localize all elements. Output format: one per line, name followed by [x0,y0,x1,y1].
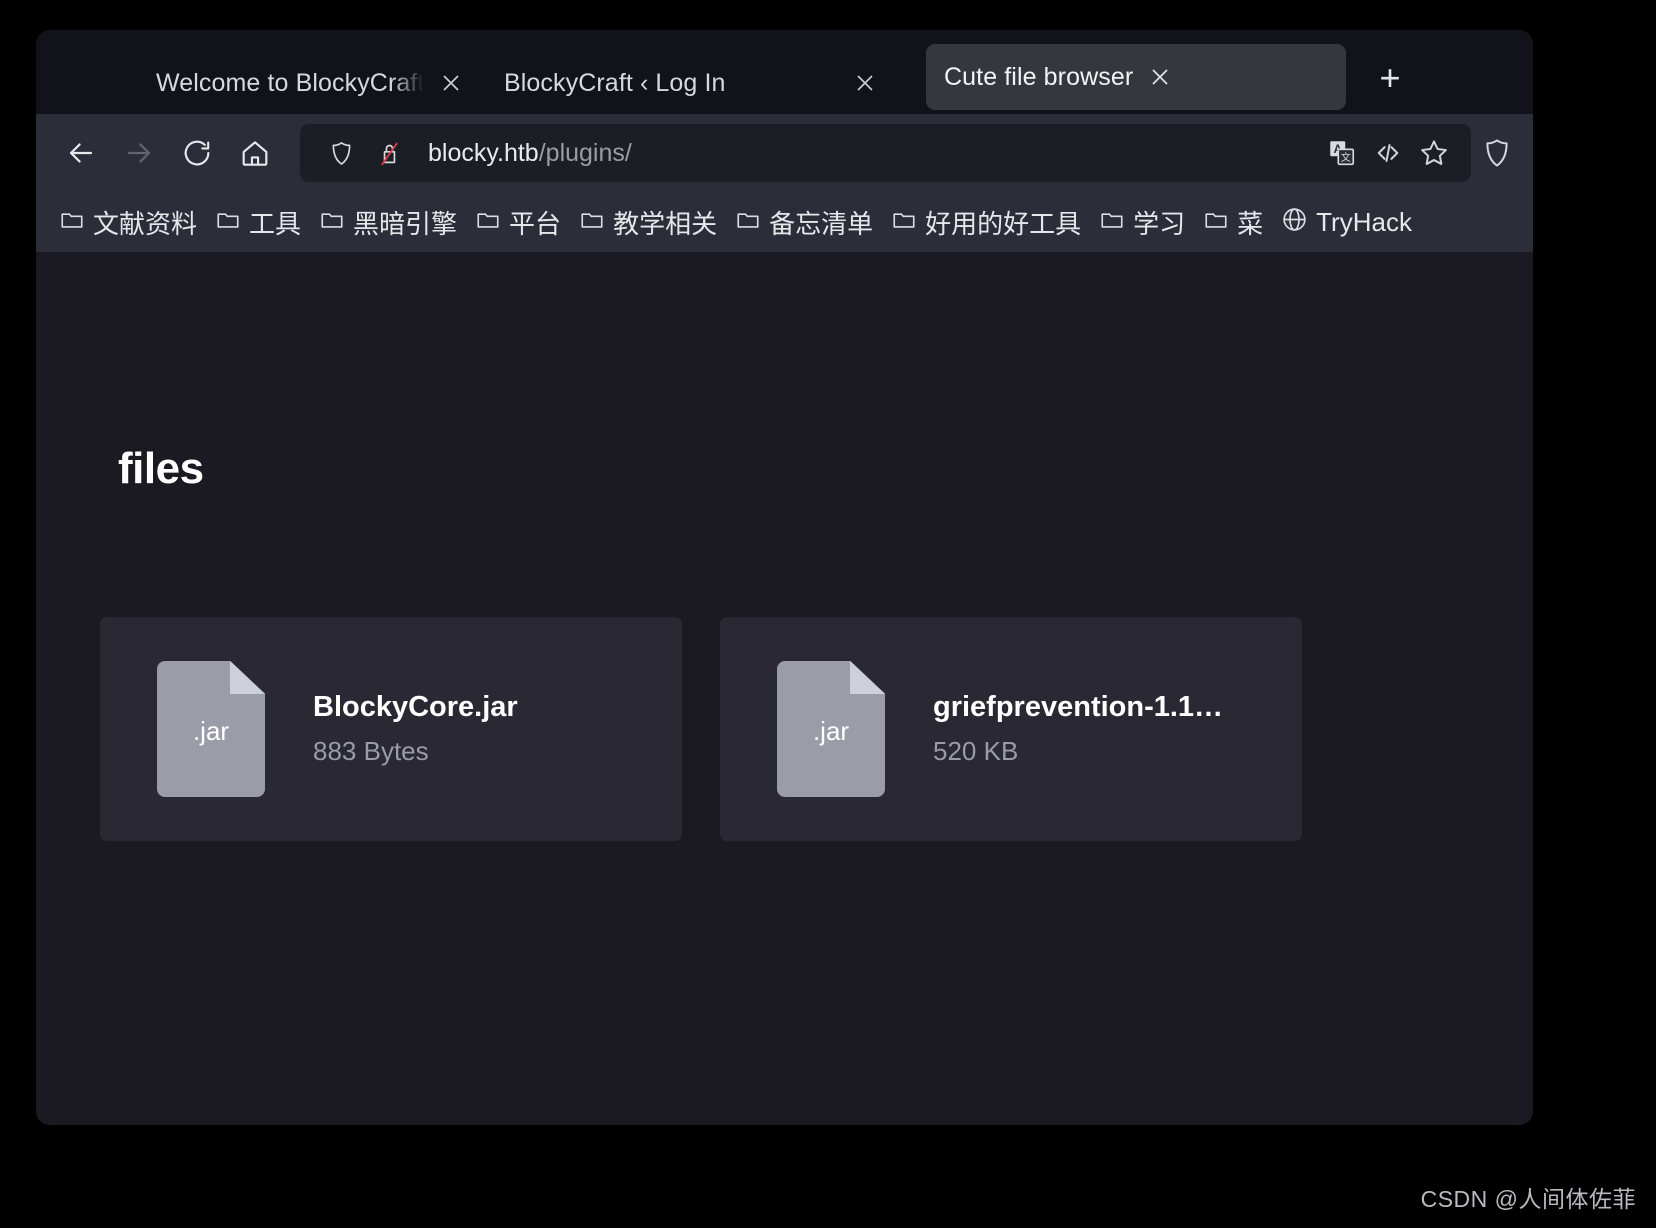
bookmark-xuexi[interactable]: 学习 [1090,199,1194,245]
tab-welcome-blockycraft[interactable]: Welcome to BlockyCraft! – Bl [86,52,486,114]
bookmark-star-icon[interactable] [1411,130,1457,176]
folder-icon [59,207,85,238]
file-name: griefprevention-1.1… [933,691,1224,723]
forward-arrow-icon [110,124,168,182]
url-host: blocky.htb [428,138,539,167]
page-content: files .jar BlockyCore.jar 883 Bytes .jar… [36,252,1533,1125]
globe-icon [1281,206,1308,238]
file-info: BlockyCore.jar 883 Bytes [313,691,518,767]
file-extension-label: .jar [812,715,850,746]
tab-blockycraft-login[interactable]: BlockyCraft ‹ Log In [486,52,926,114]
navigation-toolbar: blocky.htb/plugins/ A 文 [36,114,1533,192]
jar-file-icon: .jar [777,661,885,797]
screenshot-root: Welcome to BlockyCraft! – Bl BlockyCraft… [0,0,1656,1228]
file-info: griefprevention-1.1… 520 KB [933,691,1223,767]
close-icon[interactable] [1143,60,1177,94]
file-extension-label: .jar [192,715,230,746]
bookmark-jiaoxuexiangguan[interactable]: 教学相关 [570,199,726,245]
translate-page-icon[interactable]: A 文 [1319,130,1365,176]
file-card-blockycore[interactable]: .jar BlockyCore.jar 883 Bytes [100,617,682,841]
close-icon[interactable] [434,66,468,100]
bookmark-tryhackme[interactable]: TryHack [1272,199,1421,245]
back-arrow-icon[interactable] [52,124,110,182]
file-grid: .jar BlockyCore.jar 883 Bytes .jar grief… [100,617,1302,841]
bookmark-gongju[interactable]: 工具 [206,199,310,245]
tab-cute-file-browser[interactable]: Cute file browser [926,44,1346,110]
bookmark-label: TryHack [1316,206,1412,237]
tracking-protection-shield-icon[interactable] [318,130,364,176]
code-view-icon[interactable] [1365,130,1411,176]
folder-icon [215,207,241,238]
bookmark-label: 好用的好工具 [925,208,1082,239]
tab-title: BlockyCraft ‹ Log In [504,68,726,97]
folder-icon [1099,207,1125,238]
tab-strip: Welcome to BlockyCraft! – Bl BlockyCraft… [36,30,1533,114]
new-tab-button[interactable]: + [1360,48,1420,108]
bookmark-label: 菜 [1237,208,1264,239]
folder-icon [891,207,917,238]
reload-icon[interactable] [168,124,226,182]
browser-window: Welcome to BlockyCraft! – Bl BlockyCraft… [36,30,1533,1125]
folder-icon [475,207,501,238]
bookmark-label: 学习 [1133,208,1186,239]
bookmark-haoyongdehaogongju[interactable]: 好用的好工具 [882,199,1090,245]
bookmark-cai[interactable]: 菜 [1194,199,1272,245]
url-path: /plugins/ [538,138,632,167]
file-size: 520 KB [933,736,1019,766]
bookmark-label: 黑暗引擎 [353,208,458,239]
bookmarks-bar: 文献资料 工具 黑暗引擎 平台 教学相关 备忘清单 好用的好工具 学习 菜 Tr… [36,192,1533,252]
bookmark-beiwangqingdan[interactable]: 备忘清单 [726,199,882,245]
bookmark-label: 平台 [509,208,562,239]
account-shield-icon[interactable] [1483,124,1517,182]
svg-text:文: 文 [1341,151,1351,164]
page-title: files [118,444,204,493]
folder-icon [735,207,761,238]
insecure-connection-padlock-icon[interactable] [366,130,412,176]
tab-title: Welcome to BlockyCraft! – Bl [156,68,424,97]
bookmark-label: 教学相关 [613,208,718,239]
jar-file-icon: .jar [157,661,265,797]
tab-title: Cute file browser [944,62,1134,91]
file-name: BlockyCore.jar [313,691,518,723]
csdn-watermark: CSDN @人间体佐菲 [1420,1186,1636,1212]
bookmark-label: 工具 [249,208,302,239]
home-icon[interactable] [226,124,284,182]
bookmark-label: 备忘清单 [769,208,874,239]
url-display[interactable]: blocky.htb/plugins/ [428,139,1309,168]
folder-icon [1203,207,1229,238]
address-bar-actions: A 文 [1309,130,1457,176]
close-icon[interactable] [848,66,882,100]
bookmark-heianyinqing[interactable]: 黑暗引擎 [310,199,466,245]
address-bar[interactable]: blocky.htb/plugins/ A 文 [300,124,1471,182]
folder-icon [579,207,605,238]
file-size: 883 Bytes [313,736,429,766]
file-card-griefprevention[interactable]: .jar griefprevention-1.1… 520 KB [720,617,1302,841]
bookmark-wenxianziliao[interactable]: 文献资料 [50,199,206,245]
bookmark-label: 文献资料 [93,208,198,239]
folder-icon [319,207,345,238]
bookmark-pingtai[interactable]: 平台 [466,199,570,245]
